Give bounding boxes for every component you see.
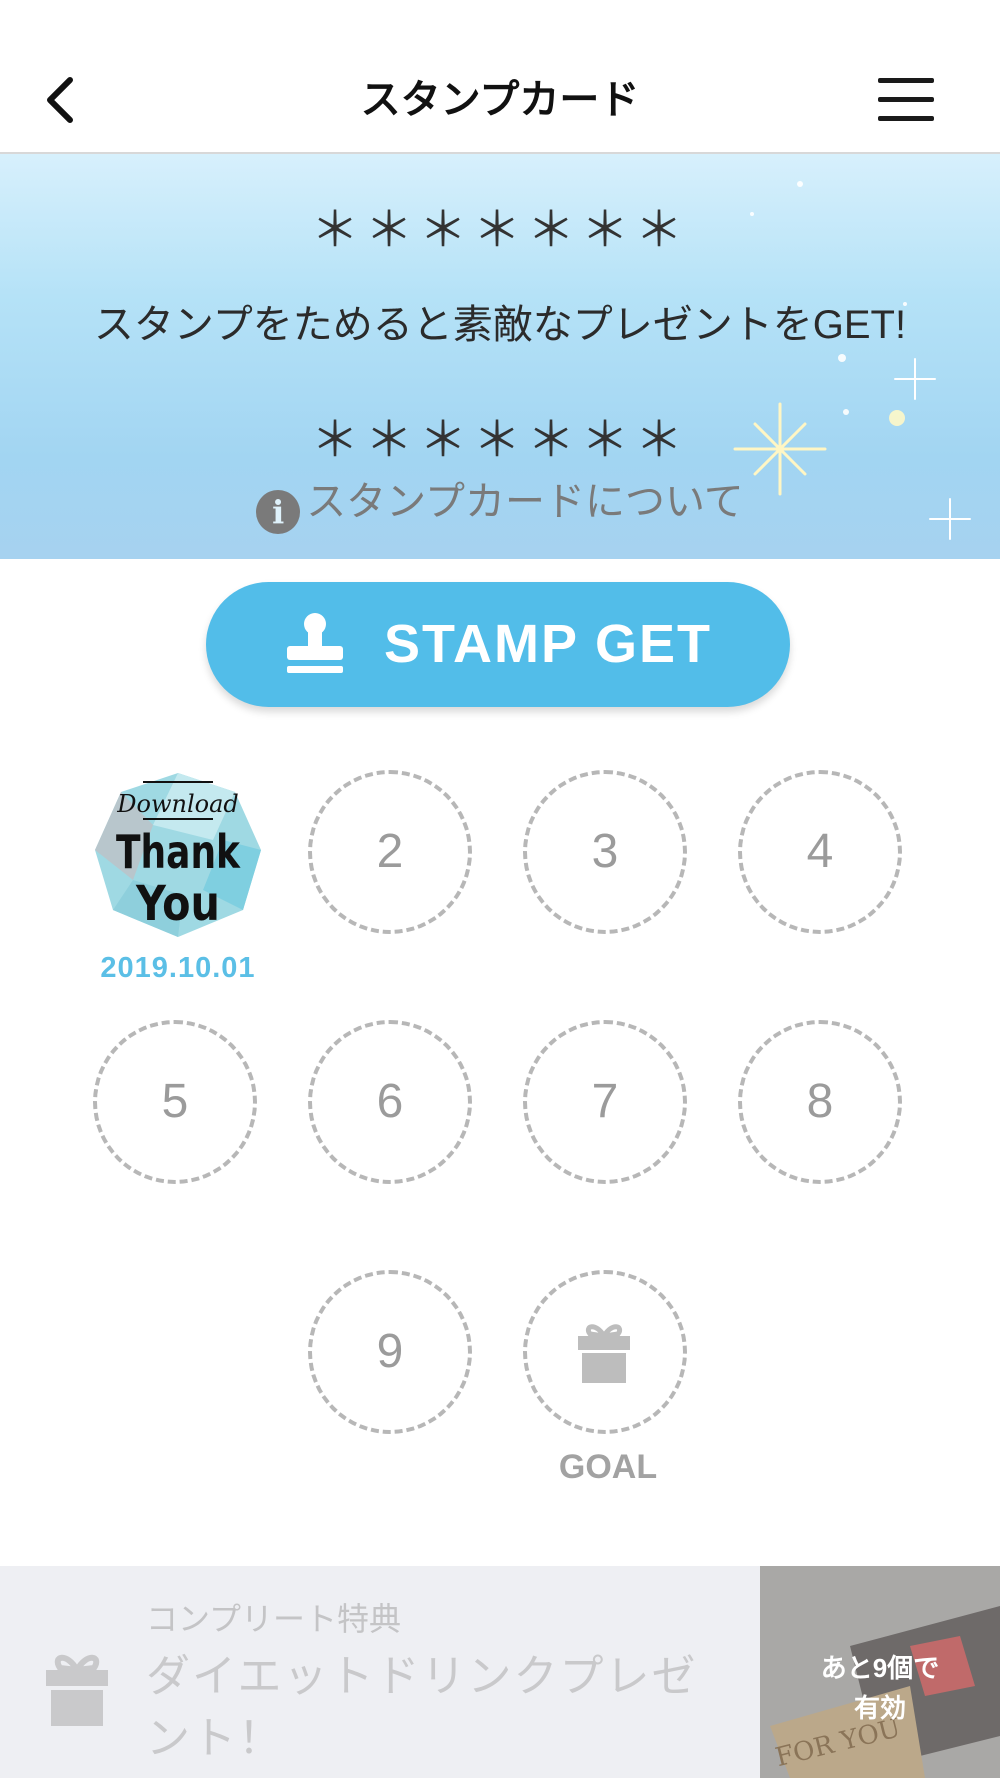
- banner-stars-top: ＊＊＊＊＊＊＊: [310, 204, 689, 257]
- reward-image: FOR YOU あと9個で 有効: [760, 1566, 1000, 1778]
- badge-line-2: Thank: [116, 825, 241, 879]
- stamp-slot-4: 4: [738, 770, 902, 934]
- stamp-slot-8: 8: [738, 1020, 902, 1184]
- page-title: スタンプカード: [360, 78, 640, 122]
- gift-icon: [578, 1324, 630, 1383]
- hamburger-menu-icon: [878, 78, 934, 83]
- promo-banner: ＊＊＊＊＊＊＊ スタンプをためると素敵なプレゼントをGET! ＊＊＊＊＊＊＊ i…: [0, 154, 1000, 559]
- about-stamp-card-link[interactable]: i スタンプカードについて: [0, 472, 1000, 534]
- badge-line-3: You: [135, 876, 220, 932]
- complete-reward-heading: コンプリート特典: [146, 1601, 402, 1637]
- badge-line-1: Download: [116, 790, 239, 818]
- stamp-date: 2019.10.01: [100, 952, 256, 984]
- stamp-slot-5: 5: [93, 1020, 257, 1184]
- stamp-icon: [287, 613, 343, 673]
- stamp-slot-7: 7: [523, 1020, 687, 1184]
- stamp-get-button[interactable]: STAMP GET: [206, 582, 790, 707]
- about-stamp-card-label: スタンプカードについて: [306, 480, 744, 524]
- remaining-count-label: あと9個で: [820, 1653, 940, 1683]
- app-header: スタンプカード: [0, 0, 1000, 154]
- info-icon: i: [256, 490, 301, 534]
- collected-stamp-1: Download Thank You: [93, 770, 263, 940]
- stamp-slot-2: 2: [308, 770, 472, 934]
- banner-message: スタンプをためると素敵なプレゼントをGET!: [93, 303, 907, 347]
- stamp-get-label: STAMP GET: [384, 614, 713, 674]
- goal-label: GOAL: [558, 1448, 658, 1486]
- stamp-slot-9: 9: [308, 1270, 472, 1434]
- stamp-slot-6: 6: [308, 1020, 472, 1184]
- thank-you-badge-icon: Download Thank You: [95, 773, 261, 937]
- remaining-count: あと9個で 有効: [760, 1648, 1000, 1728]
- stamp-slot-3: 3: [523, 770, 687, 934]
- menu-button[interactable]: [878, 76, 934, 124]
- banner-stars-bottom: ＊＊＊＊＊＊＊: [310, 414, 689, 467]
- remaining-valid-label: 有効: [853, 1693, 906, 1723]
- complete-reward-name: ダイエットドリンクプレゼント！: [146, 1652, 698, 1763]
- gift-icon: [46, 1654, 108, 1726]
